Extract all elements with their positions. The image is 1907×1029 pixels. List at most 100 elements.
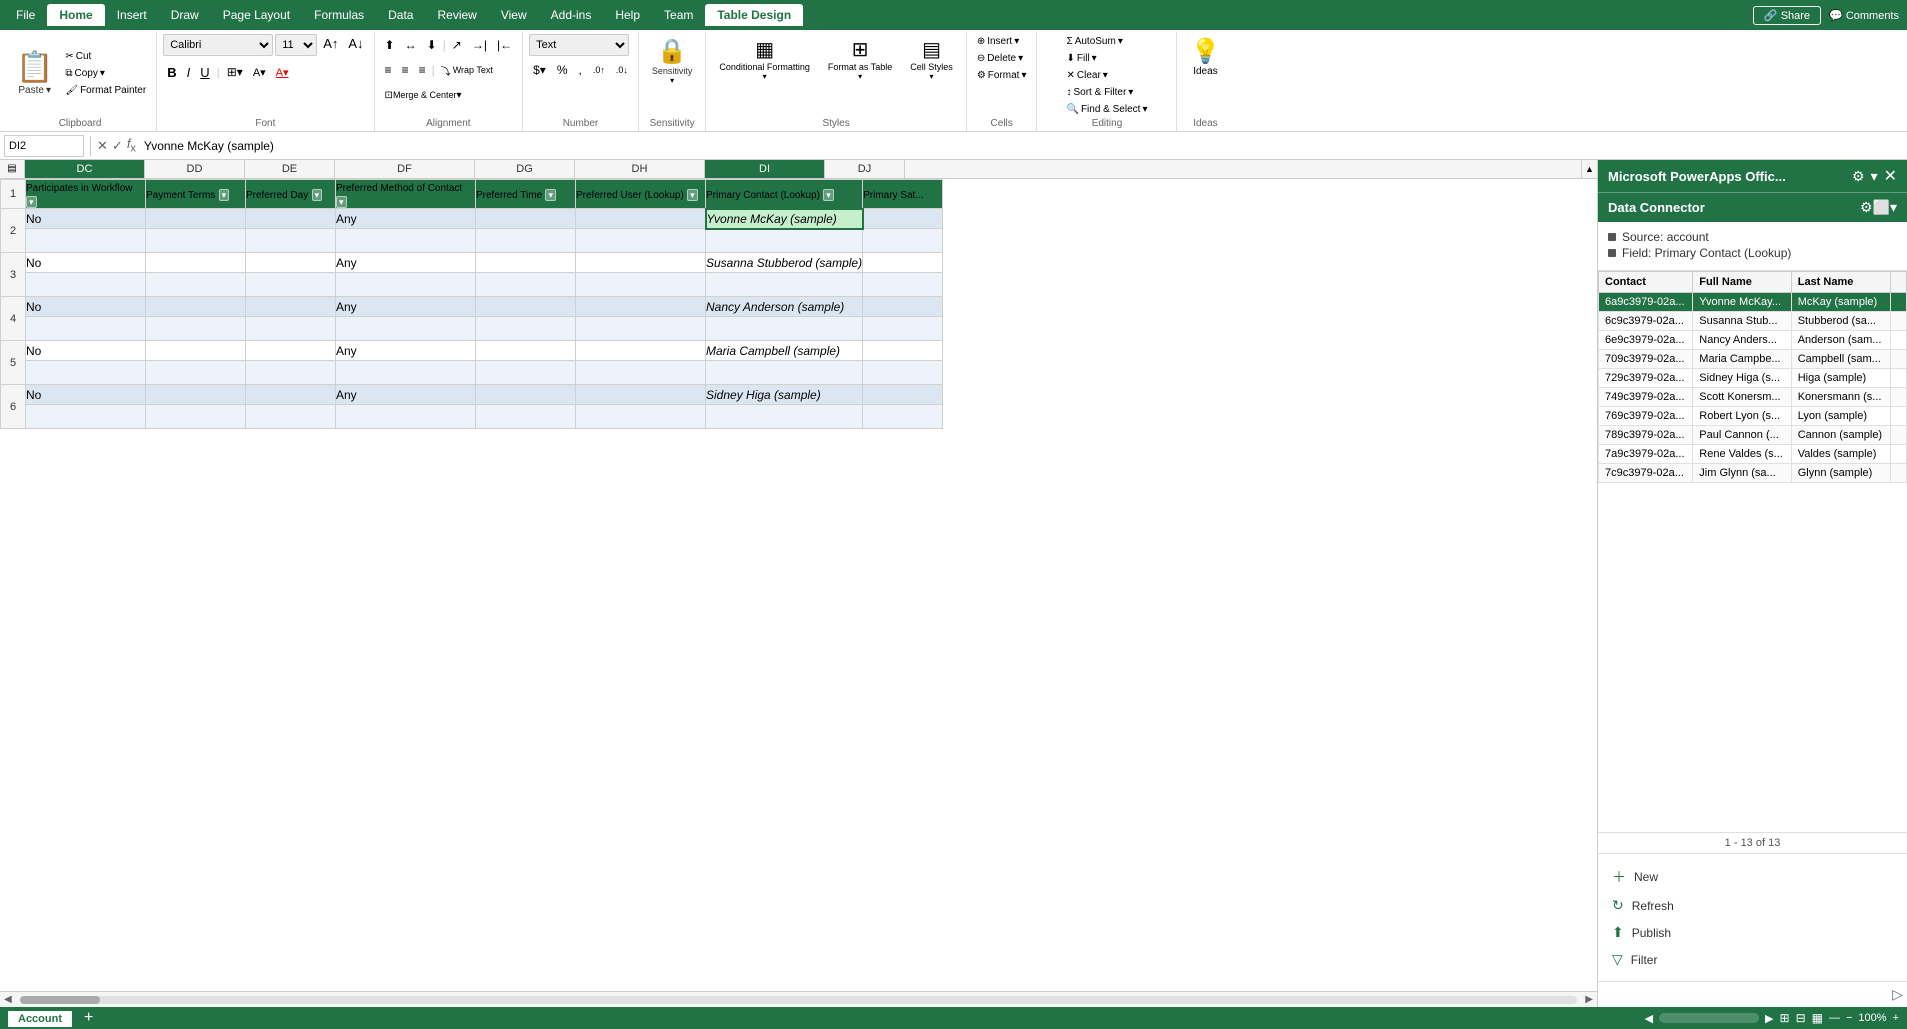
col-header-de[interactable]: DE <box>245 160 335 178</box>
cell-dh-4[interactable] <box>576 297 706 317</box>
cell-dd-3b[interactable] <box>146 273 246 297</box>
filter-dc-button[interactable]: ▾ <box>26 196 37 208</box>
cell-dd-4b[interactable] <box>146 317 246 341</box>
cell-dj-4b[interactable] <box>863 317 943 341</box>
filter-dh-button[interactable]: ▾ <box>687 189 698 201</box>
cell-de-3b[interactable] <box>246 273 336 297</box>
cell-dc-2b[interactable] <box>26 229 146 253</box>
scroll-left-button[interactable]: ◀ <box>0 994 16 1005</box>
cell-dg-6[interactable] <box>476 385 576 405</box>
cell-di-1[interactable]: Primary Contact (Lookup) ▾ <box>706 180 863 209</box>
sidebar-row-10[interactable]: 7c9c3979-02a... Jim Glynn (sa... Glynn (… <box>1599 464 1907 483</box>
sort-filter-button[interactable]: ↕ Sort & Filter ▾ <box>1063 85 1152 100</box>
publish-action-button[interactable]: ⬆ Publish <box>1608 919 1897 946</box>
filter-di-button[interactable]: ▾ <box>823 189 834 201</box>
share-button[interactable]: 🔗 Share <box>1753 6 1821 25</box>
cell-dj-1[interactable]: Primary Sat... <box>863 180 943 209</box>
cell-de-2b[interactable] <box>246 229 336 253</box>
tab-insert[interactable]: Insert <box>105 4 159 26</box>
align-middle-button[interactable]: ↔ <box>401 34 421 56</box>
cell-di-5[interactable]: Maria Campbell (sample) <box>706 341 863 361</box>
tab-help[interactable]: Help <box>603 4 652 26</box>
tab-draw[interactable]: Draw <box>159 4 211 26</box>
row-num-1[interactable]: 1 <box>1 180 26 209</box>
cell-dc-6b[interactable] <box>26 405 146 429</box>
cell-dc-4[interactable]: No <box>26 297 146 317</box>
increase-decimal-button[interactable]: .0↑ <box>589 59 609 81</box>
scroll-right-status-button[interactable]: ▶ <box>1765 1012 1773 1025</box>
merge-center-button[interactable]: ⊡ Merge & Center ▾ <box>381 84 466 106</box>
cell-dd-2b[interactable] <box>146 229 246 253</box>
col-header-df[interactable]: DF <box>335 160 475 178</box>
page-break-icon[interactable]: ▦ <box>1812 1011 1823 1025</box>
font-size-select[interactable]: 11 <box>275 34 317 56</box>
horizontal-scrollbar[interactable]: ◀ ▶ <box>0 991 1597 1007</box>
cell-dc-1[interactable]: Participates in Workflow ▾ <box>26 180 146 209</box>
row-num-6[interactable]: 6 <box>1 385 26 429</box>
cell-dh-2b[interactable] <box>576 229 706 253</box>
cell-dc-2[interactable]: No <box>26 209 146 229</box>
font-color-button[interactable]: A▾ <box>272 61 293 83</box>
scroll-up-button[interactable]: ▲ <box>1585 164 1594 174</box>
cell-de-6[interactable] <box>246 385 336 405</box>
tab-page-layout[interactable]: Page Layout <box>211 4 302 26</box>
format-painter-button[interactable]: 🖌 Format Painter <box>61 83 150 98</box>
cell-df-6b[interactable] <box>336 405 476 429</box>
cell-dh-4b[interactable] <box>576 317 706 341</box>
cell-di-2b[interactable] <box>706 229 863 253</box>
cell-dj-2[interactable] <box>863 209 943 229</box>
cell-dd-6b[interactable] <box>146 405 246 429</box>
col-header-dg[interactable]: DG <box>475 160 575 178</box>
cell-de-4b[interactable] <box>246 317 336 341</box>
ideas-button[interactable]: 💡 Ideas <box>1183 34 1227 80</box>
tab-file[interactable]: File <box>4 4 47 26</box>
row-num-5[interactable]: 5 <box>1 341 26 385</box>
filter-dg-button[interactable]: ▾ <box>545 189 556 201</box>
cell-dg-3b[interactable] <box>476 273 576 297</box>
sidebar-row-3[interactable]: 6e9c3979-02a... Nancy Anders... Anderson… <box>1599 331 1907 350</box>
cell-de-5b[interactable] <box>246 361 336 385</box>
indent-decrease-button[interactable]: |← <box>493 34 516 56</box>
page-layout-icon[interactable]: ⊟ <box>1796 1011 1806 1025</box>
cell-styles-button[interactable]: ▤ Cell Styles ▾ <box>903 34 960 84</box>
cell-dj-6[interactable] <box>863 385 943 405</box>
cut-button[interactable]: ✂ Cut <box>61 49 150 64</box>
font-family-select[interactable]: Calibri <box>163 34 273 56</box>
cell-dh-2[interactable] <box>576 209 706 229</box>
tab-home[interactable]: Home <box>47 4 104 26</box>
formula-input[interactable] <box>140 138 1903 154</box>
row-num-3[interactable]: 3 <box>1 253 26 297</box>
insert-button[interactable]: ⊕ Insert ▾ <box>973 34 1031 49</box>
cell-dj-2b[interactable] <box>863 229 943 253</box>
scroll-right-button[interactable]: ▶ <box>1581 994 1597 1005</box>
sidebar-row-4[interactable]: 709c3979-02a... Maria Campbe... Campbell… <box>1599 350 1907 369</box>
cell-de-6b[interactable] <box>246 405 336 429</box>
col-header-di[interactable]: DI <box>705 160 825 178</box>
cell-dh-5b[interactable] <box>576 361 706 385</box>
autosum-button[interactable]: Σ AutoSum ▾ <box>1063 34 1152 49</box>
decrease-decimal-button[interactable]: .0↓ <box>612 59 632 81</box>
cell-di-3[interactable]: Susanna Stubberod (sample) <box>706 253 863 273</box>
filter-de-button[interactable]: ▾ <box>312 189 323 201</box>
number-format-select[interactable]: Text <box>529 34 629 56</box>
wrap-text-button[interactable]: ⤵ Wrap Text <box>437 59 497 81</box>
data-connector-dropdown-icon[interactable]: ▾ <box>1890 199 1897 216</box>
comments-button[interactable]: 💬 Comments <box>1829 9 1899 22</box>
cell-dg-1[interactable]: Preferred Time ▾ <box>476 180 576 209</box>
cell-de-1[interactable]: Preferred Day ▾ <box>246 180 336 209</box>
col-header-dd[interactable]: DD <box>145 160 245 178</box>
scroll-thumb[interactable] <box>20 996 100 1004</box>
new-action-button[interactable]: ＋ New <box>1608 862 1897 892</box>
align-bottom-button[interactable]: ⬇ <box>423 34 441 56</box>
cell-dg-6b[interactable] <box>476 405 576 429</box>
tab-formulas[interactable]: Formulas <box>302 4 376 26</box>
fill-button[interactable]: ⬇ Fill ▾ <box>1063 51 1152 66</box>
cell-dd-1[interactable]: Payment Terms ▾ <box>146 180 246 209</box>
tab-add-ins[interactable]: Add-ins <box>539 4 604 26</box>
sidebar-row-2[interactable]: 6c9c3979-02a... Susanna Stub... Stubbero… <box>1599 312 1907 331</box>
cell-dj-5b[interactable] <box>863 361 943 385</box>
cell-dc-6[interactable]: No <box>26 385 146 405</box>
data-connector-expand-icon[interactable]: ⬜ <box>1873 199 1890 216</box>
cell-dc-3b[interactable] <box>26 273 146 297</box>
cell-di-2[interactable]: Yvonne McKay (sample) <box>706 209 863 229</box>
